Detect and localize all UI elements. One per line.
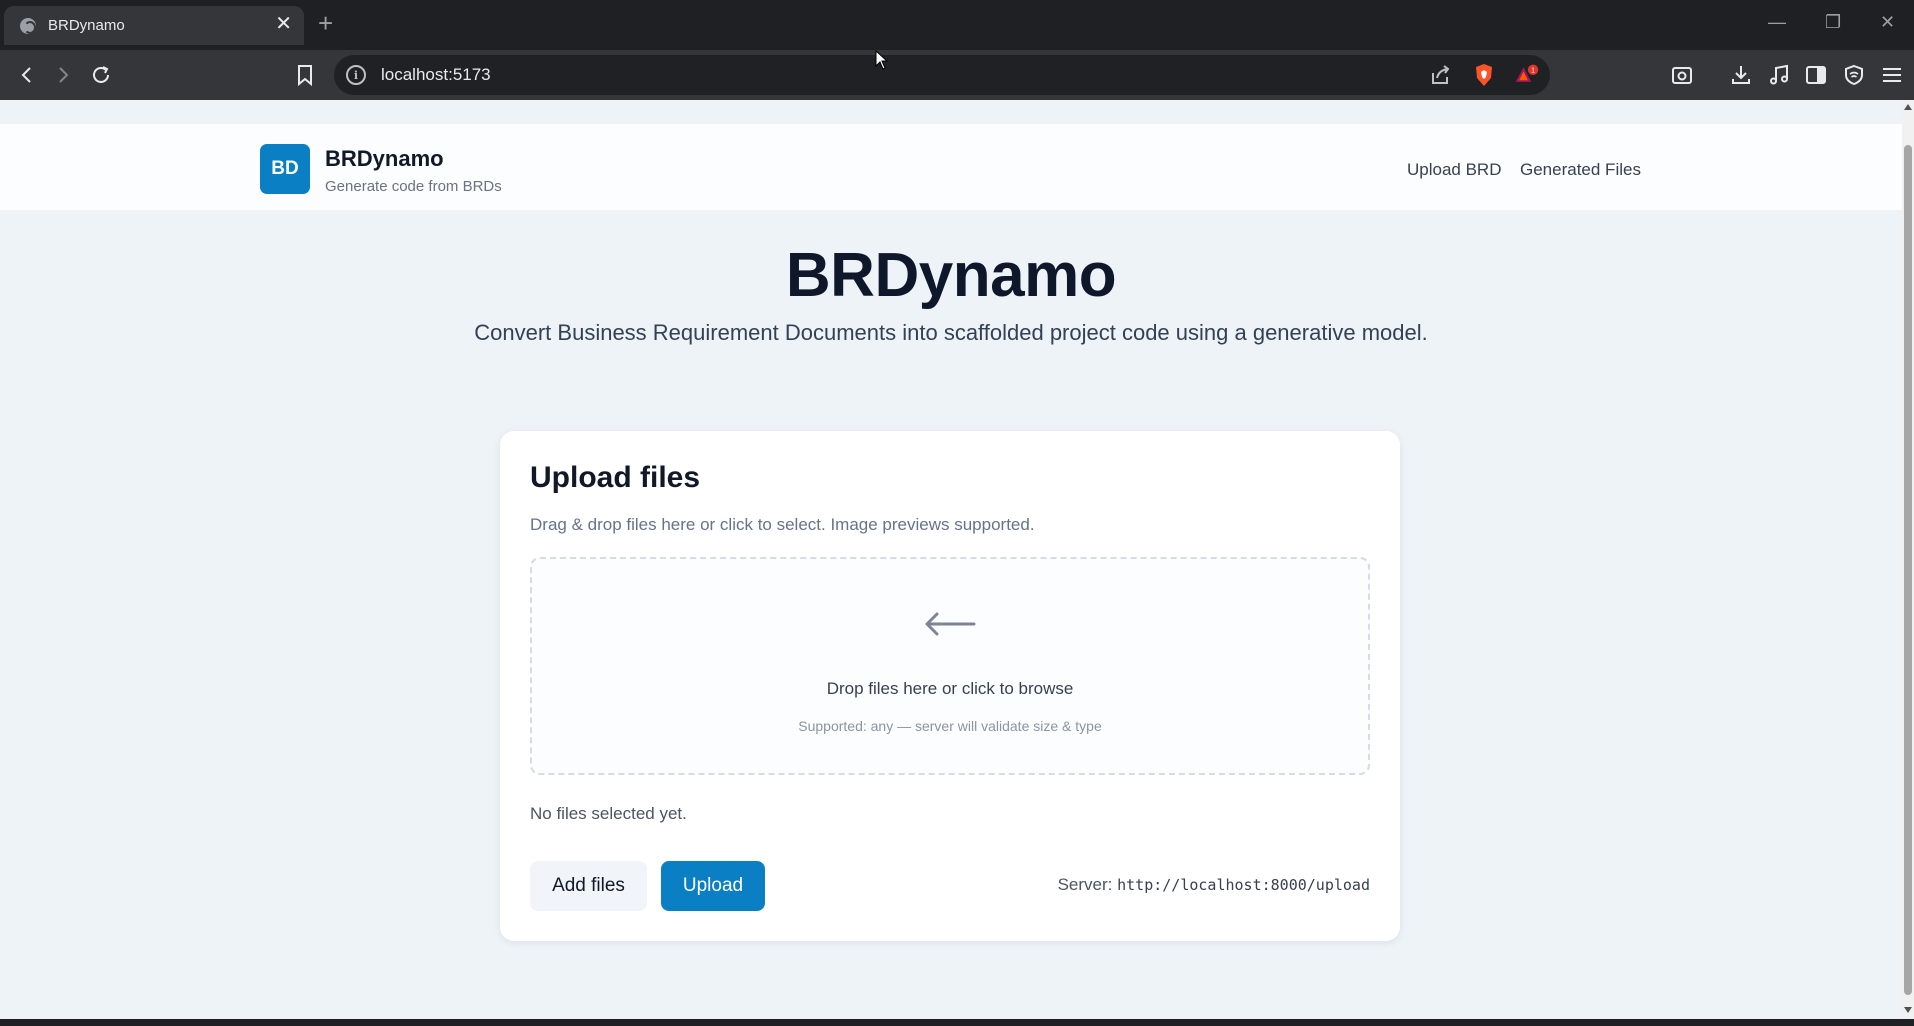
notification-count: 1 (1531, 67, 1535, 74)
brave-rewards-icon[interactable]: 1 (1514, 62, 1540, 88)
app-header: BD BRDynamo Generate code from BRDs Uplo… (0, 124, 1902, 210)
url-text[interactable]: localhost:5173 (381, 65, 491, 85)
file-dropzone[interactable]: Drop files here or click to browse Suppo… (530, 557, 1370, 775)
menu-icon[interactable] (1879, 62, 1905, 88)
tab-title: BRDynamo (48, 17, 125, 34)
card-description: Drag & drop files here or click to selec… (530, 515, 1035, 534)
minimize-button[interactable]: — (1768, 12, 1786, 32)
address-bar[interactable]: i localhost:5173 1 (334, 55, 1550, 95)
scroll-down-icon[interactable] (1904, 1007, 1912, 1013)
new-tab-button[interactable]: + (318, 10, 333, 36)
brave-shields-icon[interactable] (1471, 62, 1497, 88)
site-info-icon[interactable]: i (346, 65, 366, 85)
close-window-button[interactable]: ✕ (1880, 12, 1895, 32)
page-viewport: BD BRDynamo Generate code from BRDs Uplo… (0, 100, 1902, 1019)
card-title: Upload files (530, 461, 701, 494)
tab-close-icon[interactable]: ✕ (275, 14, 292, 34)
share-icon[interactable] (1427, 62, 1453, 88)
back-icon[interactable] (14, 62, 40, 88)
server-info: Server: http://localhost:8000/upload (1058, 875, 1370, 895)
browser-tab[interactable]: BRDynamo ✕ (4, 6, 304, 45)
media-icon[interactable] (1766, 62, 1792, 88)
forward-icon[interactable] (50, 62, 76, 88)
downloads-icon[interactable] (1728, 62, 1754, 88)
nav-upload-brd[interactable]: Upload BRD (1407, 160, 1502, 180)
server-url: http://localhost:8000/upload (1117, 876, 1370, 894)
upload-button[interactable]: Upload (661, 861, 765, 911)
nav-generated-files[interactable]: Generated Files (1520, 160, 1641, 180)
restore-button[interactable]: ❐ (1825, 12, 1841, 32)
dropzone-hint: Supported: any — server will validate si… (798, 718, 1102, 734)
bookmark-icon[interactable] (292, 62, 318, 88)
brand-logo[interactable]: BD (260, 144, 310, 194)
screenshot-icon[interactable] (1669, 62, 1695, 88)
reload-icon[interactable] (88, 62, 114, 88)
sidebar-icon[interactable] (1803, 62, 1829, 88)
dropzone-label: Drop files here or click to browse (826, 679, 1074, 698)
browser-toolbar: i localhost:5173 1 (0, 50, 1914, 100)
upload-card: Upload files Drag & drop files here or c… (500, 431, 1400, 941)
empty-files-message: No files selected yet. (530, 804, 687, 823)
hero-subtitle: Convert Business Requirement Documents i… (474, 320, 1428, 345)
add-files-button[interactable]: Add files (530, 861, 647, 911)
brand-name: BRDynamo (325, 146, 444, 171)
scroll-up-icon[interactable] (1904, 104, 1912, 110)
globe-favicon-icon (20, 18, 36, 34)
window-bottom-edge (0, 1019, 1914, 1026)
vpn-icon[interactable] (1841, 62, 1867, 88)
arrow-left-icon (532, 609, 1368, 639)
hero-title: BRDynamo (785, 241, 1117, 310)
server-label: Server: (1057, 875, 1113, 894)
browser-tab-bar: BRDynamo ✕ + — ❐ ✕ (0, 0, 1914, 50)
mouse-cursor-icon (875, 50, 889, 70)
scroll-thumb[interactable] (1904, 145, 1912, 995)
brand-tagline: Generate code from BRDs (325, 178, 502, 195)
page-scrollbar[interactable] (1902, 100, 1914, 1019)
